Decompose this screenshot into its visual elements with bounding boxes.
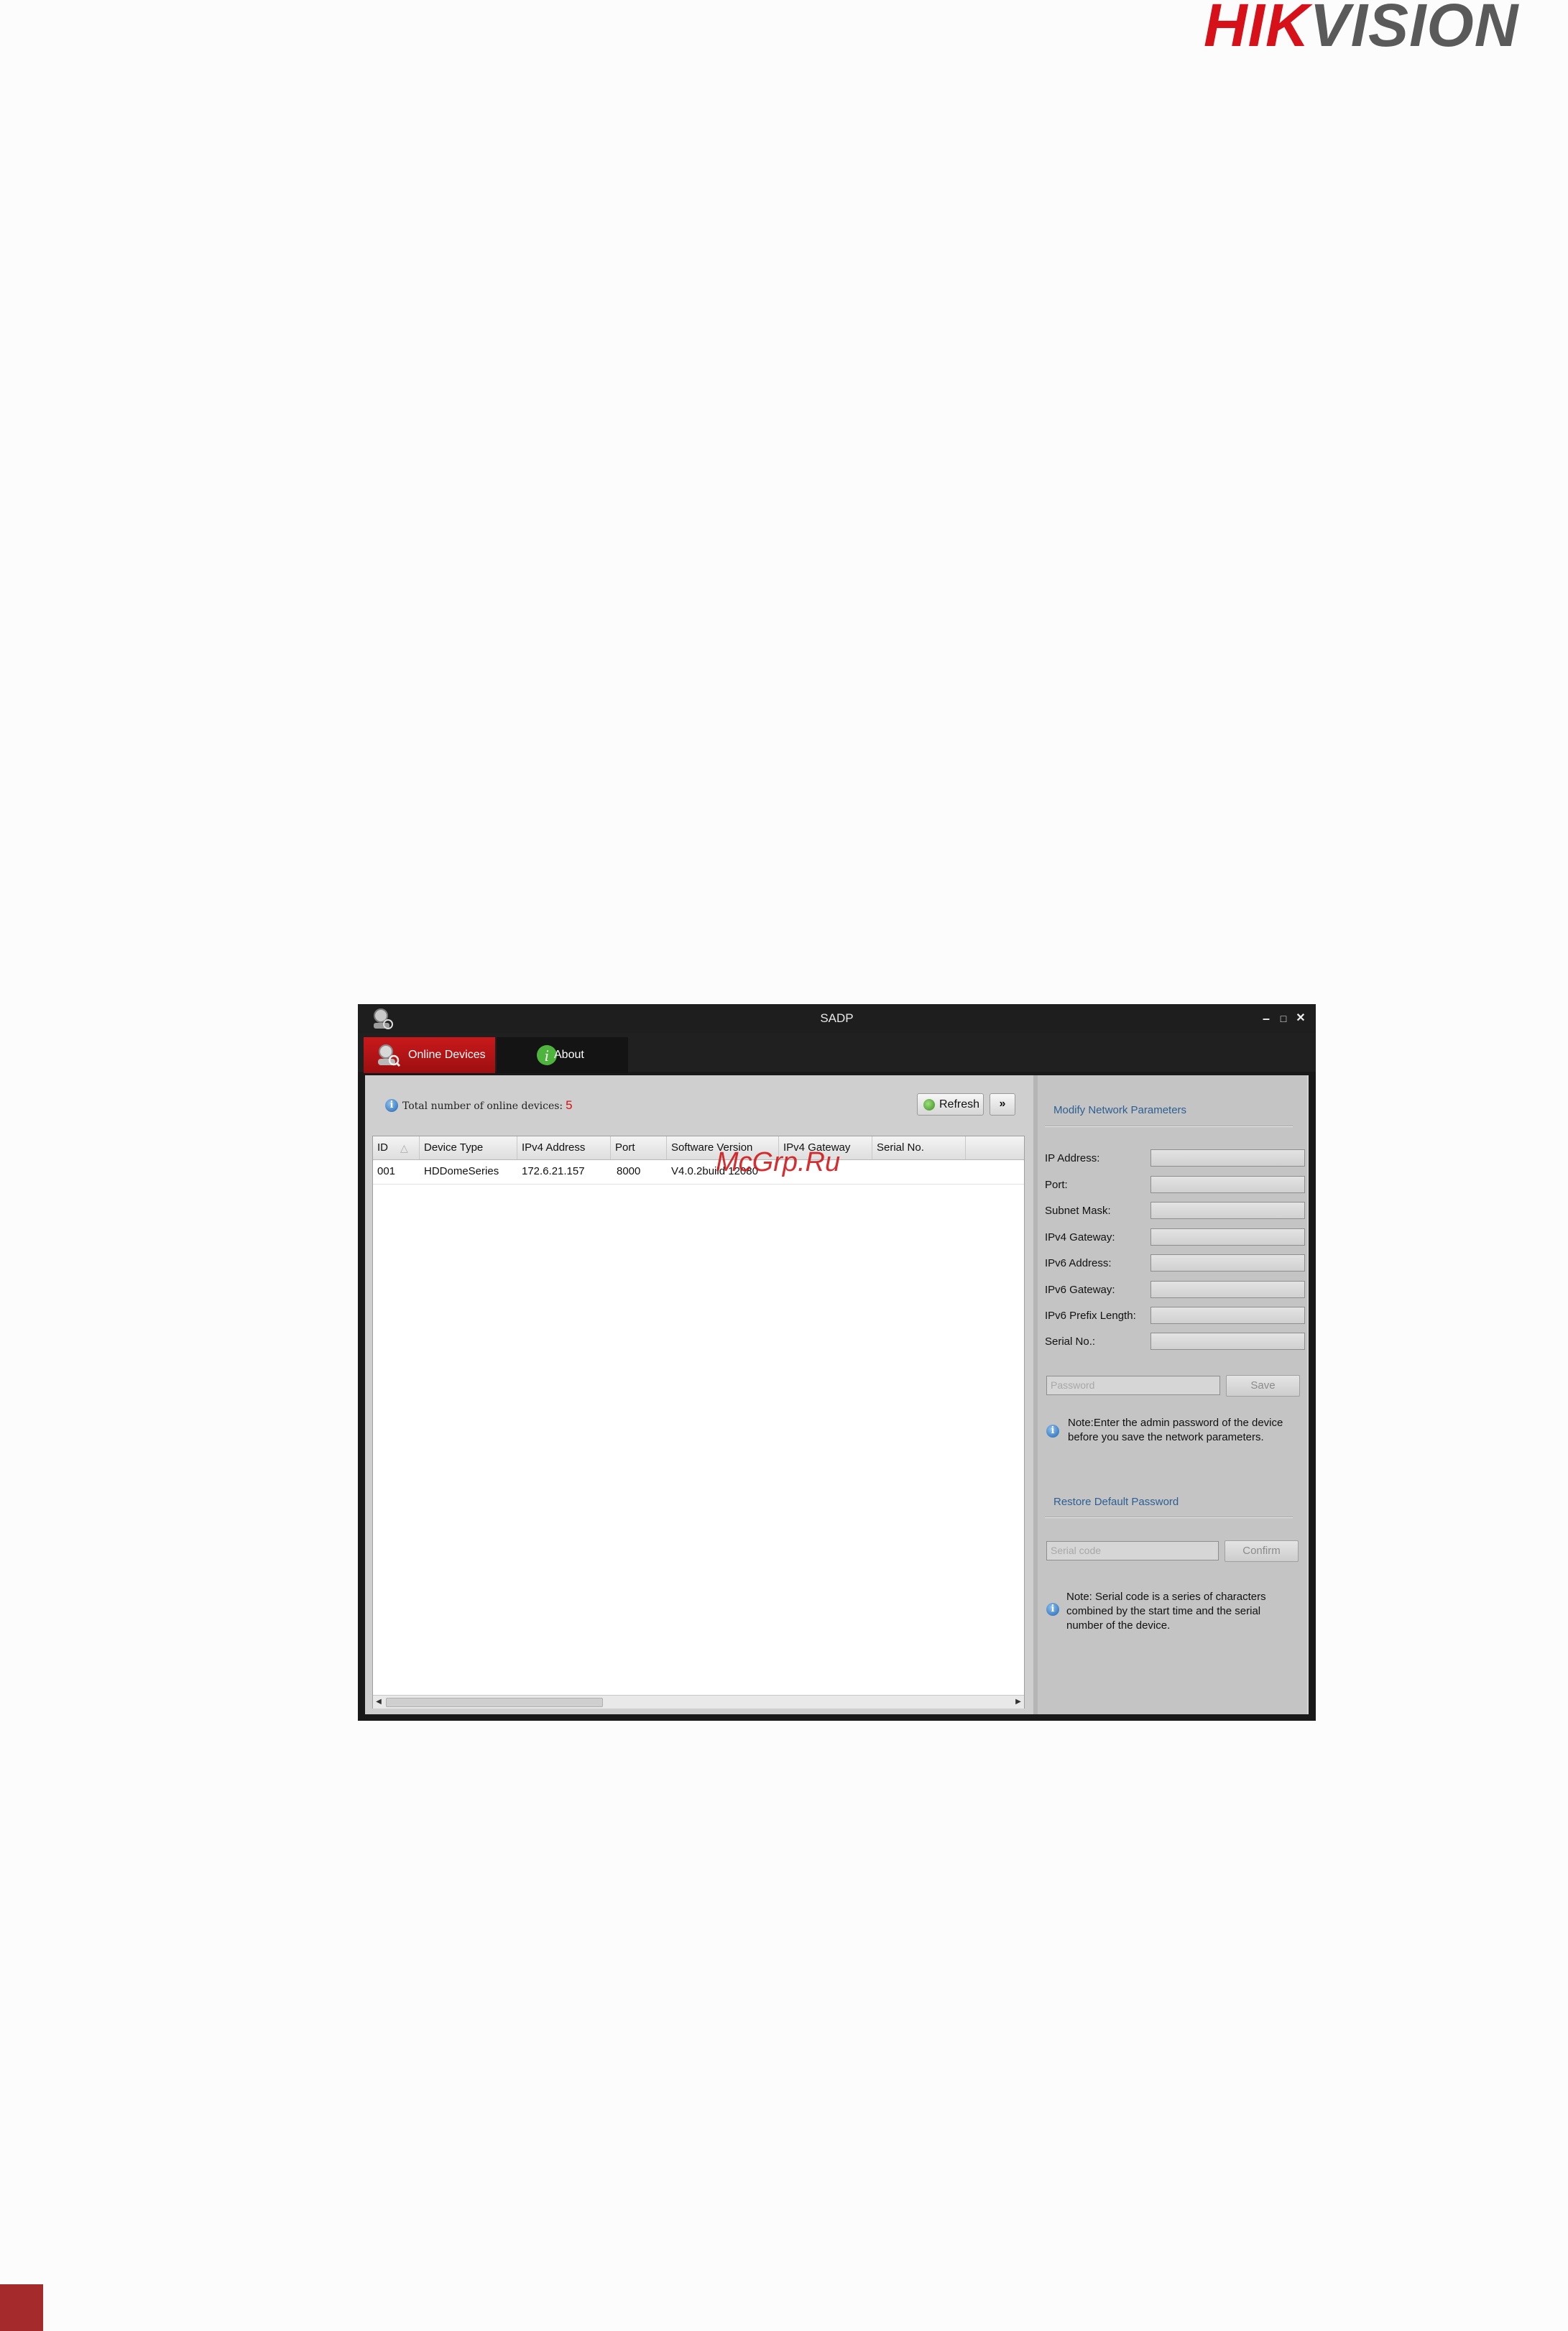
ipv6-gateway-field[interactable] — [1150, 1281, 1305, 1298]
parameters-panel: Modify Network Parameters IP Address: Po… — [1038, 1075, 1307, 1714]
modify-network-title: Modify Network Parameters — [1053, 1104, 1187, 1116]
device-list-panel: Total number of online devices:5 Refresh… — [365, 1075, 1033, 1714]
label-ipv4-gateway: IPv4 Gateway: — [1045, 1231, 1115, 1243]
label-ipv6-address: IPv6 Address: — [1045, 1257, 1112, 1269]
label-ip-address: IP Address: — [1045, 1152, 1100, 1164]
column-header-serial-no[interactable]: Serial No. — [872, 1136, 966, 1159]
save-button[interactable]: Save — [1226, 1375, 1300, 1397]
table-row[interactable]: 001 HDDomeSeries 172.6.21.157 8000 V4.0.… — [373, 1159, 1024, 1185]
confirm-button[interactable]: Confirm — [1225, 1540, 1299, 1562]
device-count: 5 — [566, 1098, 573, 1112]
ip-address-field[interactable] — [1150, 1149, 1305, 1167]
ipv4-gateway-field[interactable] — [1150, 1228, 1305, 1246]
save-note: Note:Enter the admin password of the dev… — [1068, 1417, 1283, 1443]
minimize-button[interactable]: – — [1258, 1010, 1275, 1027]
serial-code-input[interactable]: Serial code — [1046, 1541, 1219, 1560]
cell-device-type: HDDomeSeries — [424, 1165, 499, 1177]
sort-arrow-icon: △ — [400, 1142, 408, 1154]
cell-serial-no — [872, 1159, 966, 1184]
table-header: ID △ Device Type IPv4 Address Port Softwa… — [373, 1136, 1024, 1160]
info-icon — [385, 1099, 398, 1112]
tab-label: About — [554, 1049, 584, 1061]
column-header-port[interactable]: Port — [611, 1136, 667, 1159]
scroll-left-icon[interactable]: ◀ — [373, 1696, 384, 1709]
subnet-mask-field[interactable] — [1150, 1202, 1305, 1219]
cell-id: 001 — [377, 1165, 396, 1177]
tab-label: Online Devices — [408, 1049, 486, 1061]
restore-password-title: Restore Default Password — [1053, 1496, 1179, 1508]
close-button[interactable]: ✕ — [1292, 1010, 1309, 1027]
refresh-icon — [923, 1099, 935, 1111]
ipv6-prefix-length-field[interactable] — [1150, 1307, 1305, 1324]
watermark-text: McGrp.Ru — [716, 1147, 841, 1177]
expand-button[interactable]: » — [990, 1093, 1015, 1116]
cell-port: 8000 — [617, 1165, 641, 1177]
refresh-button[interactable]: Refresh — [917, 1093, 984, 1116]
serial-no-field[interactable] — [1150, 1333, 1305, 1350]
label-ipv6-gateway: IPv6 Gateway: — [1045, 1284, 1115, 1296]
user-magnifier-icon — [378, 1044, 401, 1067]
password-input[interactable]: Password — [1046, 1376, 1220, 1395]
port-field[interactable] — [1150, 1176, 1305, 1193]
label-port: Port: — [1045, 1179, 1068, 1191]
label-subnet-mask: Subnet Mask: — [1045, 1205, 1111, 1217]
scrollbar-thumb[interactable] — [386, 1698, 603, 1707]
scroll-right-icon[interactable]: ▶ — [1013, 1696, 1024, 1709]
page-corner-marker — [0, 2284, 43, 2331]
maximize-button[interactable]: □ — [1275, 1010, 1292, 1027]
column-header-device-type[interactable]: Device Type — [420, 1136, 517, 1159]
hikvision-logo: HIKVISION — [1204, 0, 1519, 59]
divider — [1045, 1517, 1293, 1518]
sadp-window: SADP – □ ✕ Online Devices i About Total … — [358, 1004, 1316, 1721]
column-header-ipv4-address[interactable]: IPv4 Address — [517, 1136, 611, 1159]
label-ipv6-prefix-length: IPv6 Prefix Length: — [1045, 1310, 1136, 1322]
info-icon — [1046, 1425, 1059, 1438]
ipv6-address-field[interactable] — [1150, 1254, 1305, 1272]
label-serial-no: Serial No.: — [1045, 1335, 1096, 1348]
tab-about[interactable]: i About — [497, 1037, 628, 1073]
cell-ipv4-address: 172.6.21.157 — [522, 1165, 585, 1177]
device-table: ID △ Device Type IPv4 Address Port Softwa… — [372, 1136, 1025, 1709]
svg-text:i: i — [545, 1047, 549, 1065]
divider — [1045, 1126, 1293, 1127]
total-devices-text: Total number of online devices: 5 — [402, 1098, 573, 1112]
column-header-id[interactable]: ID △ — [373, 1136, 420, 1159]
window-title: SADP — [820, 1011, 854, 1025]
serial-code-note: Note: Serial code is a series of charact… — [1066, 1591, 1266, 1632]
tab-online-devices[interactable]: Online Devices — [364, 1037, 495, 1073]
info-icon — [1046, 1603, 1059, 1616]
horizontal-scrollbar[interactable]: ◀ ▶ — [373, 1695, 1024, 1709]
title-bar[interactable]: SADP – □ ✕ — [358, 1004, 1316, 1033]
